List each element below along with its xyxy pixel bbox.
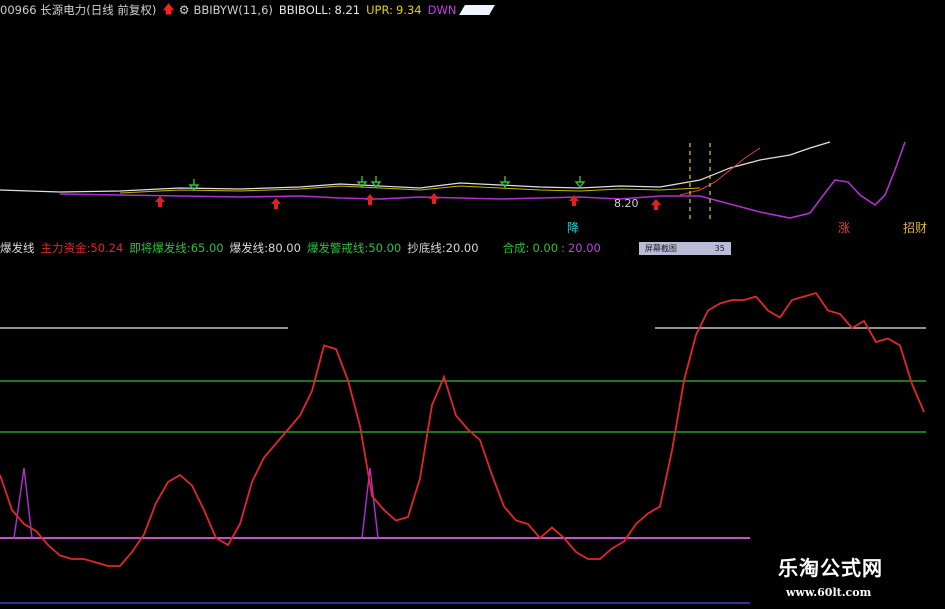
sell-arrow-icon [574, 176, 586, 189]
buy-signal-arrows [155, 193, 661, 210]
buy-arrow-icon [365, 194, 375, 205]
purple-spike [361, 467, 379, 539]
watermark-url: www.60lt.com [786, 586, 872, 599]
zhaocai-label: 招财 [903, 221, 927, 235]
dwn-line [59, 141, 906, 219]
watermark: 乐淘公式网 www.60lt.com [750, 538, 945, 609]
buy-arrow-icon [651, 199, 661, 210]
watermark-title: 乐淘公式网 [778, 556, 883, 580]
price-low-label: 8.20 [614, 197, 639, 210]
jiang-label: 降 [567, 221, 579, 235]
main-fund-line [0, 291, 925, 567]
zhang-label: 涨 [838, 220, 850, 235]
buy-arrow-icon [429, 193, 439, 204]
buy-arrow-icon [271, 198, 281, 209]
chart-canvas[interactable]: 8.20 降 涨 招财 [0, 0, 945, 609]
bbi-line [0, 141, 831, 193]
buy-arrow-icon [155, 196, 165, 207]
upper-panel: 8.20 降 涨 招财 [0, 141, 927, 235]
